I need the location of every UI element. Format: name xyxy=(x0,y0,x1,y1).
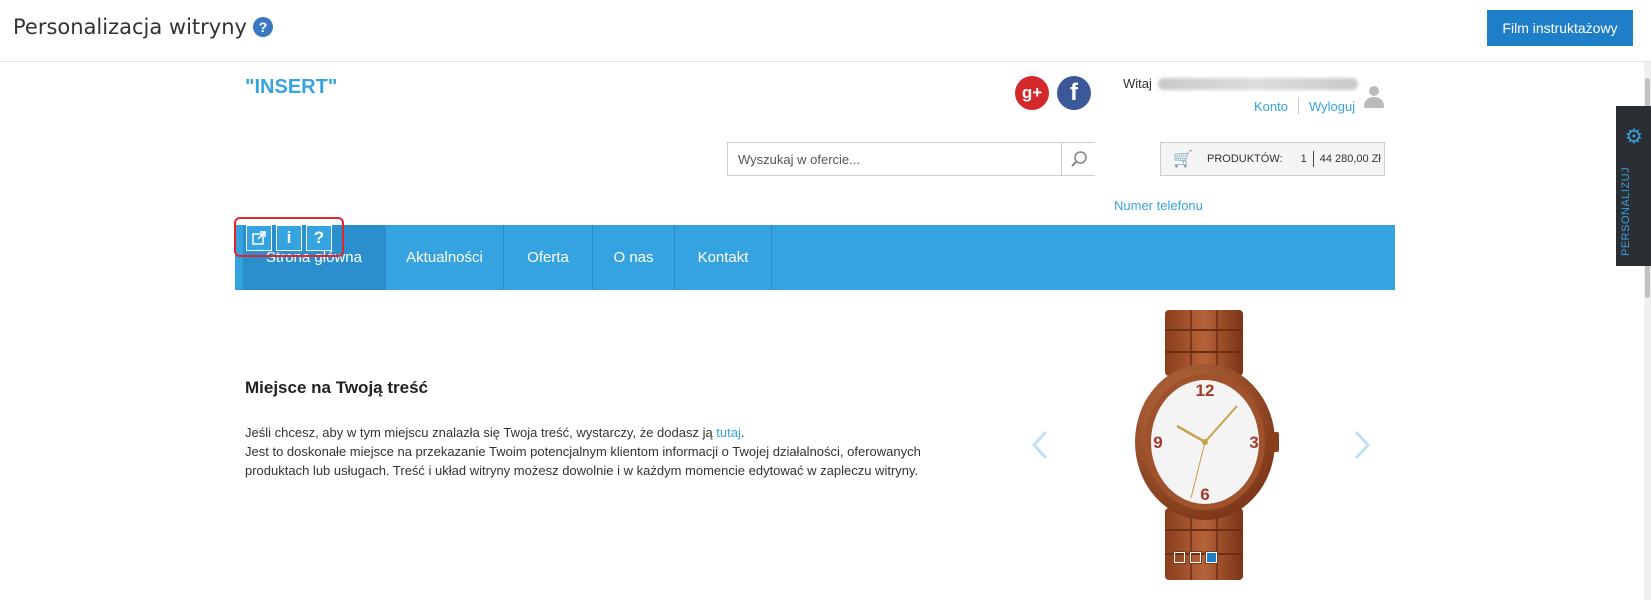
cart-icon: 🛒 xyxy=(1173,151,1193,168)
main-nav: Strona główna Aktualności Oferta O nas K… xyxy=(235,225,1395,290)
slider-dot[interactable] xyxy=(1173,551,1186,564)
slider-prev-arrow[interactable] xyxy=(1030,428,1050,462)
edit-tools-highlight: i ? xyxy=(234,217,344,257)
svg-text:12: 12 xyxy=(1196,381,1215,400)
nav-item-oferta[interactable]: Oferta xyxy=(504,225,593,290)
welcome-label: Witaj xyxy=(1123,76,1152,91)
gear-icon: ⚙ xyxy=(1625,124,1643,148)
content-text: Jeśli chcesz, aby w tym miejscu znalazła… xyxy=(245,423,965,480)
content-line1-end: . xyxy=(740,425,745,440)
shop-logo[interactable]: "INSERT" xyxy=(245,76,337,99)
phone-link[interactable]: Numer telefonu xyxy=(1114,198,1203,213)
external-link-icon[interactable] xyxy=(246,225,272,251)
svg-text:9: 9 xyxy=(1153,433,1162,452)
link-divider xyxy=(1297,98,1299,114)
blurred-email xyxy=(1157,77,1358,90)
question-icon[interactable]: ? xyxy=(306,225,332,251)
info-icon[interactable]: i xyxy=(276,225,302,251)
search-box xyxy=(727,142,1095,176)
film-instruktazowy-button[interactable]: Film instruktażowy xyxy=(1487,10,1633,46)
slider-next-arrow[interactable] xyxy=(1352,428,1372,462)
content-line2: Jest to doskonałe miejsce na przekazanie… xyxy=(245,444,921,478)
admin-topbar: Personalizacja witryny ? Film instruktaż… xyxy=(0,0,1651,62)
cart-count: 1 xyxy=(1300,153,1307,165)
nav-item-o-nas[interactable]: O nas xyxy=(593,225,675,290)
account-link[interactable]: Konto xyxy=(1254,99,1288,114)
watch-product-image: 12 3 6 9 xyxy=(1135,310,1279,580)
slider-dots xyxy=(1173,551,1218,564)
side-tab-label: PERSONALIZUJ xyxy=(1620,166,1632,256)
help-icon[interactable]: ? xyxy=(252,17,273,37)
search-input[interactable] xyxy=(728,143,1060,175)
external-link-glyph xyxy=(252,231,266,245)
personalizuj-side-tab[interactable]: ⚙ PERSONALIZUJ xyxy=(1616,106,1651,266)
slider-dot-active[interactable] xyxy=(1205,551,1218,564)
svg-text:6: 6 xyxy=(1200,485,1209,504)
cart-summary[interactable]: 🛒 PRODUKTÓW: 1 44 280,00 Zł xyxy=(1160,142,1385,176)
page-title: Personalizacja witryny ? xyxy=(13,15,273,39)
logout-link[interactable]: Wyloguj xyxy=(1309,99,1355,114)
content-link-tutaj[interactable]: tutaj xyxy=(716,425,741,440)
welcome-text: Witaj xyxy=(1123,76,1358,91)
content-line1: Jeśli chcesz, aby w tym miejscu znalazła… xyxy=(245,425,717,440)
svg-text:3: 3 xyxy=(1249,433,1258,452)
page-title-text: Personalizacja witryny xyxy=(13,15,247,39)
content-title: Miejsce na Twoją treść xyxy=(245,378,428,397)
cart-divider xyxy=(1312,151,1314,167)
facebook-icon[interactable]: f xyxy=(1057,76,1091,110)
slider-dot[interactable] xyxy=(1189,551,1202,564)
search-button[interactable] xyxy=(1061,143,1095,175)
nav-item-kontakt[interactable]: Kontakt xyxy=(675,225,772,290)
google-plus-icon[interactable]: g+ xyxy=(1015,76,1049,110)
cart-total: 44 280,00 Zł xyxy=(1319,153,1381,165)
user-icon[interactable] xyxy=(1364,86,1384,108)
nav-item-aktualnosci[interactable]: Aktualności xyxy=(386,225,504,290)
cart-label: PRODUKTÓW: xyxy=(1207,153,1283,165)
account-links: Konto Wyloguj xyxy=(1254,98,1355,114)
search-icon xyxy=(1070,151,1087,167)
